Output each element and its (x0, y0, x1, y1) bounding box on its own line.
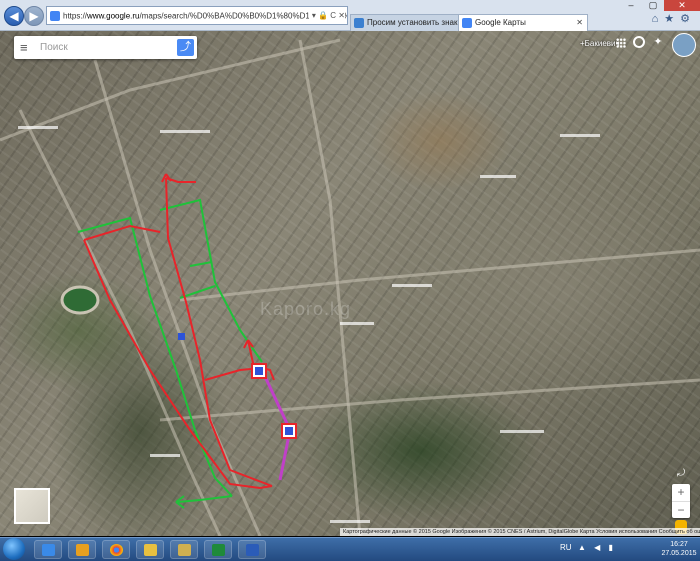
taskbar-app-word[interactable] (238, 540, 266, 559)
minimize-button[interactable]: – (620, 0, 642, 10)
tab-google-maps[interactable]: Google Карты ✕ (458, 14, 588, 31)
road-sign-marker (285, 427, 293, 435)
taskbar-app-excel[interactable] (204, 540, 232, 559)
share-icon[interactable]: ✦ (652, 36, 664, 48)
google-favicon-icon (462, 18, 472, 28)
back-button[interactable]: ◀ (4, 6, 24, 26)
taskbar-app-outlook[interactable] (68, 540, 96, 559)
taskbar-app-ie[interactable] (34, 540, 62, 559)
language-indicator[interactable]: RU (560, 543, 572, 552)
map-label (160, 130, 210, 133)
maximize-button[interactable]: ▢ (642, 0, 664, 11)
map-label (480, 175, 516, 178)
satellite-map[interactable]: Kaporo.kg (0, 31, 700, 536)
map-road (179, 248, 700, 302)
explorer-icon (178, 544, 191, 556)
tab-forum[interactable]: Просим установить знаки на ... ✕ (350, 14, 472, 31)
green-route-path (189, 261, 213, 267)
word-icon (246, 544, 259, 556)
outlook-icon (76, 544, 89, 556)
map-road (298, 39, 362, 536)
menu-icon[interactable]: ≡ (20, 41, 32, 54)
map-labels (18, 126, 600, 523)
map-label (330, 520, 370, 523)
start-button[interactable] (3, 538, 25, 560)
road-sign-marker (255, 367, 263, 375)
search-input[interactable] (40, 39, 170, 55)
map-road (159, 378, 700, 422)
notifications-icon[interactable] (633, 36, 645, 48)
excel-icon (212, 544, 225, 556)
taskbar-app-explorer[interactable] (170, 540, 198, 559)
zoom-out-button[interactable]: − (672, 502, 690, 519)
taskbar-app-folder[interactable] (136, 540, 164, 559)
address-prefix: https:// (63, 11, 88, 21)
folder-icon (144, 544, 157, 556)
stadium (60, 285, 100, 315)
watermark: Kaporo.kg (260, 299, 352, 319)
user-name-link[interactable]: +Бакиевич (580, 39, 620, 48)
map-label (560, 134, 600, 137)
address-host: www.google.ru (87, 11, 140, 21)
tab-label: Google Карты (475, 18, 526, 27)
rotate-icon[interactable]: ⤾ (672, 468, 690, 480)
map-label (392, 284, 432, 287)
map-overlay (0, 38, 700, 536)
window-controls: – ▢ ✕ (620, 0, 700, 12)
clock-time: 16:27 (670, 541, 688, 548)
road-sign-marker (178, 333, 185, 340)
clock[interactable]: 16:27 27.05.2015 (660, 540, 698, 558)
taskbar: RU ▲ ◀ ▮ 16:27 27.05.2015 (0, 537, 700, 561)
apps-grid-icon[interactable] (616, 38, 626, 48)
browser-toolbar: ◀ ▶ https://www.google.ru/maps/search/%D… (0, 0, 700, 31)
google-favicon-icon (50, 10, 60, 21)
address-bar[interactable]: https://www.google.ru/maps/search/%D0%BA… (46, 6, 348, 25)
tab-close-icon[interactable]: ✕ (576, 15, 583, 31)
ie-icon (42, 544, 55, 556)
forward-button[interactable]: ▶ (24, 6, 44, 26)
map-label (500, 430, 544, 433)
zoom-control: + − (672, 484, 690, 518)
system-tray-icons[interactable]: ▲ ◀ ▮ (578, 543, 616, 552)
avatar[interactable] (672, 33, 696, 57)
map-label (150, 454, 180, 457)
map-road (18, 109, 222, 536)
chrome-icon (110, 544, 123, 556)
tab-label: Просим установить знаки на ... (367, 18, 472, 27)
map-copyright: Картографические данные © 2015 Google Из… (340, 528, 700, 536)
zoom-in-button[interactable]: + (672, 484, 690, 502)
search-box[interactable]: ≡ ⤴ (14, 36, 197, 59)
clock-date: 27.05.2015 (661, 550, 697, 557)
close-window-button[interactable]: ✕ (664, 0, 700, 11)
map-layer-toggle[interactable] (14, 488, 50, 524)
green-route-path (159, 198, 263, 363)
forum-favicon-icon (354, 18, 364, 28)
address-bar-icons[interactable]: ▾ 🔒 C ✕ (308, 7, 345, 24)
map-label (340, 322, 374, 325)
directions-button[interactable]: ⤴ (177, 39, 194, 56)
map-label (18, 126, 58, 129)
taskbar-app-chrome[interactable] (102, 540, 130, 559)
browser-tool-icons[interactable]: ⌂★⚙ (652, 12, 696, 25)
